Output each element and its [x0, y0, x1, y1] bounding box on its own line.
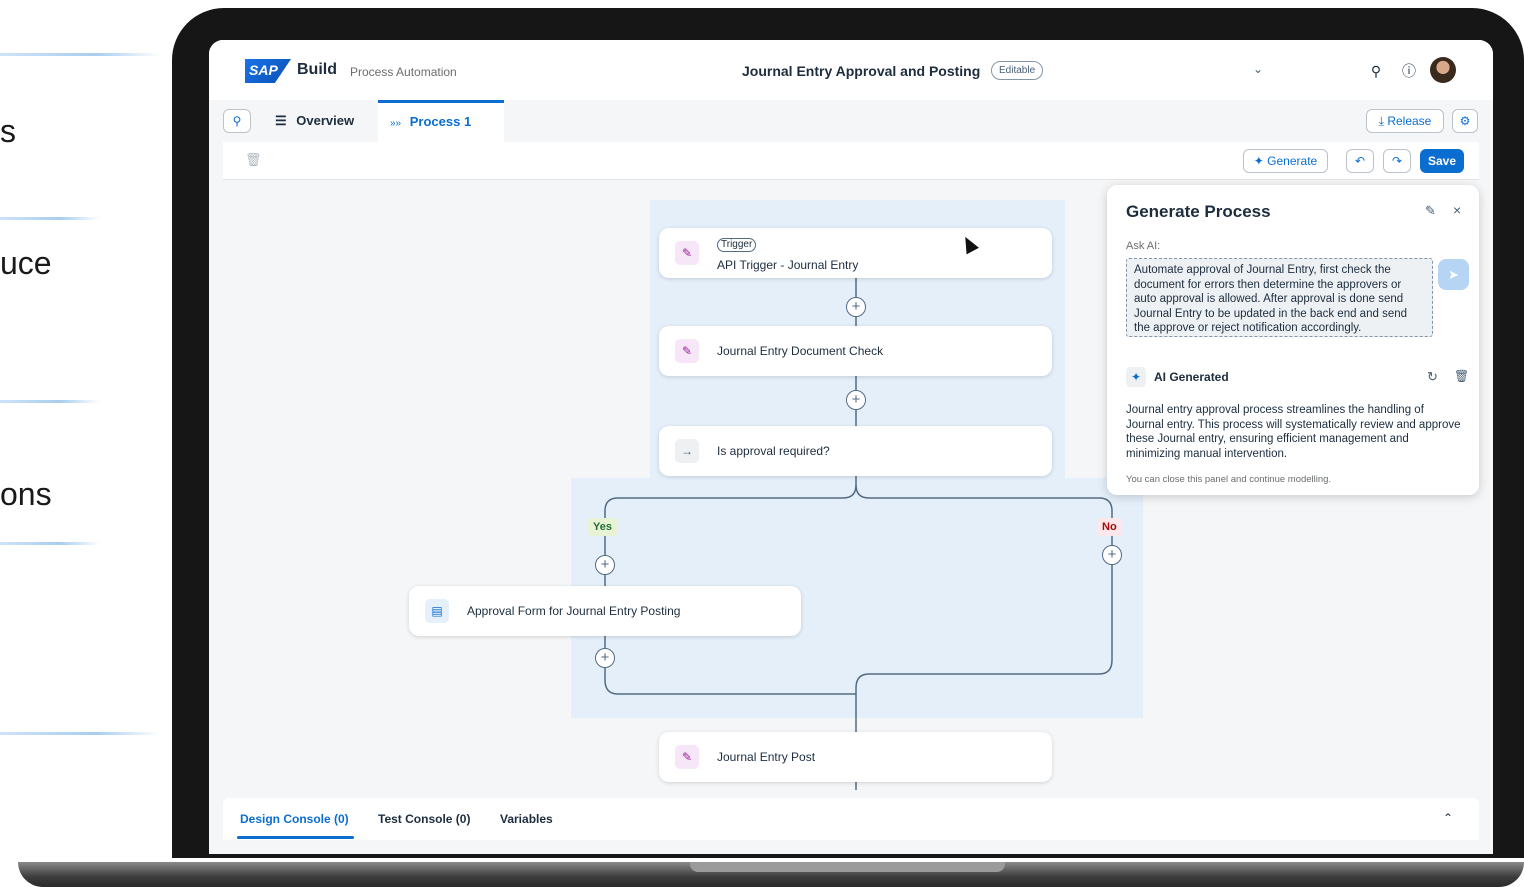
ai-description: Journal entry approval process streamlin…: [1126, 404, 1461, 460]
help-icon[interactable]: ⓘ: [1399, 61, 1419, 81]
branch-no-label: No: [1097, 518, 1122, 536]
flow-node-post[interactable]: ✎ Journal Entry Post: [659, 732, 1052, 782]
flow-node-trigger[interactable]: ✎ Trigger API Trigger - Journal Entry: [659, 228, 1052, 278]
console-bar: Design Console (0) Test Console (0) Vari…: [223, 798, 1479, 840]
ai-generated-title: AI Generated: [1154, 370, 1229, 384]
step-label: API Trigger - Journal Entry: [717, 258, 859, 272]
slide-text-fragment: ons: [0, 476, 52, 512]
slide-divider: [0, 732, 160, 735]
tab-process[interactable]: »» Process 1 ×: [378, 100, 504, 169]
release-label: Release: [1387, 114, 1432, 128]
list-icon: ☰: [275, 113, 287, 128]
trash-icon[interactable]: 🗑: [1454, 369, 1469, 383]
add-step-button[interactable]: +: [1102, 545, 1122, 565]
tab-label: Process 1: [409, 114, 472, 129]
send-icon[interactable]: ➤: [1438, 259, 1469, 290]
status-badge: Editable: [991, 61, 1044, 80]
save-button[interactable]: Save: [1420, 149, 1464, 173]
close-icon[interactable]: ×: [1453, 202, 1461, 218]
tab-design-console[interactable]: Design Console (0): [240, 812, 349, 826]
undo-button[interactable]: ↶: [1346, 149, 1374, 173]
trigger-badge: Trigger: [717, 238, 757, 252]
sparkle-icon: ✦: [1253, 154, 1264, 168]
chevron-up-icon[interactable]: ⌃: [1443, 811, 1453, 825]
arrow-right-icon: →: [675, 439, 699, 463]
avatar[interactable]: [1430, 57, 1456, 83]
add-step-button[interactable]: +: [595, 648, 615, 668]
tab-overview[interactable]: ☰ Overview: [275, 100, 354, 142]
tab-test-console[interactable]: Test Console (0): [378, 812, 470, 826]
slide-divider: [0, 217, 100, 220]
step-label: Journal Entry Document Check: [717, 344, 884, 358]
api-icon: ✎: [675, 745, 699, 769]
generate-label: Generate: [1267, 154, 1318, 168]
search-button[interactable]: ⚲: [223, 109, 251, 133]
sap-logo[interactable]: SAP: [245, 59, 291, 83]
page-title[interactable]: Journal Entry Approval and Posting: [742, 63, 980, 79]
tab-bar: ⚲ ☰ Overview »» Process 1 × ⤓ Release ⚙: [209, 100, 1493, 169]
form-icon: ▤: [425, 599, 449, 623]
edit-icon[interactable]: ✎: [1425, 203, 1436, 219]
release-button[interactable]: ⤓ Release: [1366, 109, 1444, 133]
slide-divider: [0, 400, 100, 403]
slide-text-fragment: s: [0, 113, 16, 149]
generate-button[interactable]: ✦ Generate: [1243, 149, 1328, 173]
branch-yes-label: Yes: [588, 518, 617, 536]
add-step-button[interactable]: +: [595, 555, 615, 575]
product-name: Process Automation: [350, 65, 457, 79]
flow-node-approval-form[interactable]: ▤ Approval Form for Journal Entry Postin…: [409, 586, 801, 636]
page: s uce ons SAP Build Process Automation J…: [0, 0, 1524, 887]
laptop-notch: [690, 862, 1005, 872]
generate-process-panel: Generate Process ✎ × Ask AI: Automate ap…: [1107, 185, 1479, 495]
active-tab-indicator: [237, 836, 354, 839]
panel-title: Generate Process: [1126, 202, 1271, 221]
prompt-input[interactable]: Automate approval of Journal Entry, firs…: [1126, 258, 1433, 337]
app-screen: SAP Build Process Automation Journal Ent…: [209, 40, 1493, 854]
process-icon: »»: [390, 118, 402, 129]
brand-name: Build: [297, 61, 337, 78]
redo-button[interactable]: ↷: [1383, 149, 1411, 173]
step-label: Is approval required?: [717, 444, 830, 458]
editor-toolbar: 🗑 ✦ Generate ↶ ↷ Save: [223, 142, 1479, 180]
tab-label: Overview: [296, 113, 355, 128]
api-icon: ✎: [675, 241, 699, 265]
feedback-icon[interactable]: ⚲: [1366, 61, 1386, 81]
api-icon: ✎: [675, 339, 699, 363]
slide-divider: [0, 53, 160, 56]
flow-node-document-check[interactable]: ✎ Journal Entry Document Check: [659, 326, 1052, 376]
trash-icon[interactable]: 🗑: [245, 152, 262, 168]
add-step-button[interactable]: +: [846, 390, 866, 410]
tab-variables[interactable]: Variables: [500, 812, 553, 826]
slide-divider: [0, 542, 100, 545]
chevron-down-icon[interactable]: ⌄: [1253, 62, 1263, 76]
ask-ai-label: Ask AI:: [1126, 240, 1161, 252]
upload-icon: ⤓: [1378, 114, 1384, 128]
refresh-icon[interactable]: ↻: [1427, 369, 1438, 385]
step-label: Journal Entry Post: [717, 750, 816, 764]
step-label: Approval Form for Journal Entry Posting: [467, 604, 681, 618]
sparkle-icon: ✦: [1126, 367, 1146, 387]
settings-button[interactable]: ⚙: [1452, 109, 1478, 133]
slide-text-fragment: uce: [0, 245, 52, 281]
panel-note: You can close this panel and continue mo…: [1126, 474, 1332, 485]
flow-node-condition[interactable]: → Is approval required?: [659, 426, 1052, 476]
add-step-button[interactable]: +: [846, 297, 866, 317]
shell-bar: SAP Build Process Automation Journal Ent…: [209, 40, 1493, 100]
